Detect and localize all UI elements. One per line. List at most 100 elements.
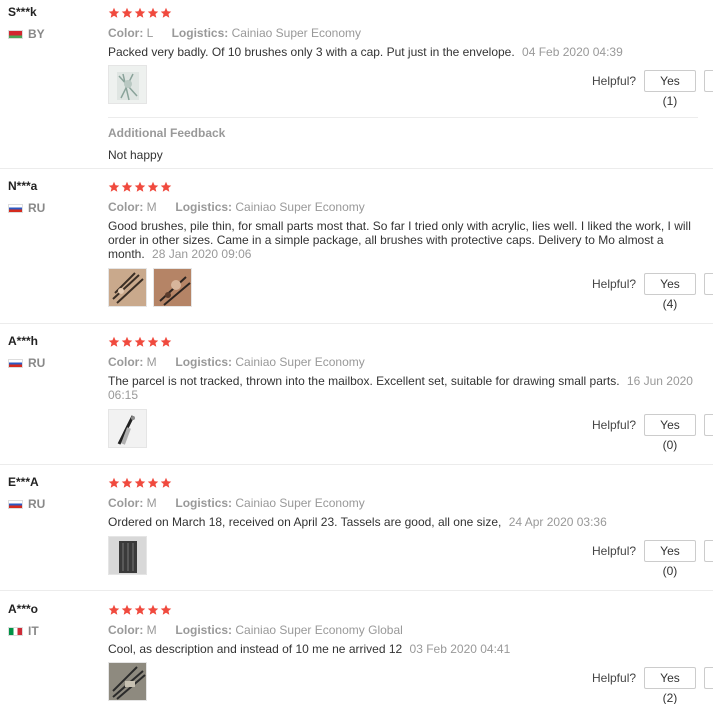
review-meta: Color: M Logistics: Cainiao Super Econom… — [108, 354, 698, 370]
review-content: Ordered on March 18, received on April 2… — [108, 515, 502, 529]
star-icon — [121, 477, 133, 489]
helpful-yes-button[interactable]: Yes (0) — [644, 414, 696, 452]
additional-feedback-title: Additional Feedback — [108, 126, 226, 140]
country-code: BY — [28, 27, 45, 41]
review-photo[interactable] — [108, 268, 147, 307]
helpful-label: Helpful? — [592, 544, 637, 558]
review-item: S***k BY Color: L Logistics: Cainiao Sup… — [0, 0, 713, 169]
logistics-label: Logistics: — [175, 496, 233, 510]
review-date: 04 Feb 2020 04:39 — [522, 45, 623, 59]
review-photo[interactable] — [108, 662, 147, 701]
logistics-label: Logistics: — [175, 623, 233, 637]
additional-feedback: Additional Feedback Not happy — [108, 117, 698, 167]
star-rating — [108, 603, 698, 617]
reviewer-info: E***A RU — [8, 475, 98, 511]
review-photo[interactable] — [108, 65, 147, 104]
flag-it-icon — [8, 626, 23, 636]
helpful-section: Helpful? Yes (0) — [592, 414, 713, 452]
helpful-yes-button[interactable]: Yes (2) — [644, 667, 696, 704]
reviewer-info: N***a RU — [8, 179, 98, 215]
review-meta: Color: L Logistics: Cainiao Super Econom… — [108, 25, 698, 41]
reviewer-country: RU — [8, 201, 98, 215]
reviewer-country: BY — [8, 27, 98, 41]
star-icon — [121, 604, 133, 616]
star-icon — [121, 7, 133, 19]
review-body: Color: M Logistics: Cainiao Super Econom… — [108, 476, 698, 529]
color-value: M — [146, 355, 157, 369]
country-code: RU — [28, 497, 46, 511]
star-icon — [108, 477, 120, 489]
logistics-label: Logistics: — [175, 355, 233, 369]
color-value: L — [146, 26, 153, 40]
helpful-no-button[interactable] — [703, 70, 713, 92]
star-icon — [160, 7, 172, 19]
review-meta: Color: M Logistics: Cainiao Super Econom… — [108, 622, 698, 638]
star-icon — [108, 7, 120, 19]
helpful-no-button[interactable] — [703, 414, 713, 436]
logistics-value: Cainiao Super Economy — [235, 200, 365, 214]
review-photo[interactable] — [108, 409, 147, 448]
helpful-section: Helpful? Yes (2) — [592, 667, 713, 704]
logistics-value: Cainiao Super Economy — [231, 26, 362, 40]
helpful-no-button[interactable] — [703, 273, 713, 295]
flag-ru-icon — [8, 358, 23, 368]
country-code: RU — [28, 356, 46, 370]
star-icon — [121, 181, 133, 193]
helpful-label: Helpful? — [592, 671, 637, 685]
country-code: RU — [28, 201, 46, 215]
additional-feedback-text: Not happy — [108, 148, 163, 162]
review-text: The parcel is not tracked, thrown into t… — [108, 374, 698, 402]
star-icon — [147, 604, 159, 616]
star-icon — [108, 181, 120, 193]
reviewer-name: A***o — [8, 602, 39, 616]
helpful-yes-button[interactable]: Yes (0) — [644, 540, 696, 578]
star-rating — [108, 335, 698, 349]
review-body: Color: M Logistics: Cainiao Super Econom… — [108, 180, 698, 261]
review-text: Cool, as description and instead of 10 m… — [108, 642, 698, 656]
logistics-value: Cainiao Super Economy — [235, 496, 365, 510]
helpful-yes-button[interactable]: Yes (1) — [644, 70, 696, 108]
star-icon — [108, 336, 120, 348]
color-value: M — [146, 496, 157, 510]
helpful-yes-button[interactable]: Yes (4) — [644, 273, 696, 311]
review-photos — [108, 409, 147, 448]
star-icon — [134, 477, 146, 489]
star-icon — [160, 181, 172, 193]
star-icon — [134, 181, 146, 193]
flag-ru-icon — [8, 203, 23, 213]
star-rating — [108, 476, 698, 490]
color-value: M — [146, 200, 157, 214]
review-text: Ordered on March 18, received on April 2… — [108, 515, 698, 529]
helpful-no-button[interactable] — [703, 667, 713, 689]
helpful-label: Helpful? — [592, 74, 637, 88]
reviewer-name: A***h — [8, 334, 39, 348]
color-label: Color: — [108, 623, 144, 637]
star-rating — [108, 6, 698, 20]
review-photos — [108, 268, 192, 307]
star-icon — [134, 336, 146, 348]
reviewer-country: IT — [8, 624, 98, 638]
review-content: The parcel is not tracked, thrown into t… — [108, 374, 620, 388]
flag-by-icon — [8, 29, 23, 39]
helpful-no-button[interactable] — [703, 540, 713, 562]
star-icon — [160, 604, 172, 616]
review-photos — [108, 65, 147, 104]
logistics-value: Cainiao Super Economy — [235, 355, 365, 369]
logistics-value: Cainiao Super Economy Global — [235, 623, 403, 637]
review-meta: Color: M Logistics: Cainiao Super Econom… — [108, 495, 698, 511]
star-icon — [134, 604, 146, 616]
review-item: N***a RU Color: M Logistics: Cainiao Sup… — [0, 174, 713, 324]
logistics-label: Logistics: — [171, 26, 229, 40]
review-body: Color: L Logistics: Cainiao Super Econom… — [108, 6, 698, 59]
star-icon — [134, 7, 146, 19]
helpful-label: Helpful? — [592, 418, 637, 432]
star-icon — [147, 336, 159, 348]
reviewer-info: A***o IT — [8, 602, 98, 638]
color-label: Color: — [108, 355, 144, 369]
reviewer-name: S***k — [8, 5, 37, 19]
reviewer-country: RU — [8, 356, 98, 370]
helpful-section: Helpful? Yes (0) — [592, 540, 713, 578]
review-photo[interactable] — [153, 268, 192, 307]
review-item: E***A RU Color: M Logistics: Cainiao Sup… — [0, 470, 713, 591]
review-photo[interactable] — [108, 536, 147, 575]
